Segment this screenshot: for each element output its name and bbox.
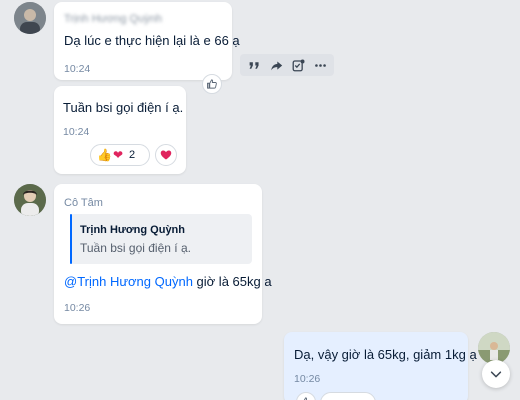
message-text: Dạ, vậy giờ là 65kg, giảm 1kg ạ (294, 347, 477, 362)
quote-button[interactable] (246, 57, 262, 73)
task-icon (292, 58, 305, 71)
quote-icon (249, 61, 259, 69)
message-time: 10:24 (64, 63, 91, 75)
scroll-to-bottom-button[interactable] (482, 360, 510, 388)
mention-link[interactable]: @Trịnh Hương Quỳnh (64, 274, 193, 289)
message-time: 10:26 (64, 302, 91, 314)
thumbs-up-outline-icon (207, 79, 217, 89)
message-text: Dạ lúc e thực hiện lại là e 66 ạ (64, 33, 240, 48)
message-text: @Trịnh Hương Quỳnh giờ là 65kg a (64, 274, 272, 289)
reaction-summary[interactable]: 👍 ❤ 2 (90, 144, 150, 166)
more-button[interactable] (312, 57, 328, 73)
message-text: Tuần bsi gọi điện í ạ. (63, 100, 184, 115)
sender-name: Cô Tâm (64, 197, 103, 209)
heart-reaction-icon: ❤ (112, 148, 124, 162)
avatar-trinh-huong-quynh[interactable] (14, 2, 46, 34)
thumbs-up-outline-icon (303, 397, 308, 400)
thumbs-up-reaction-icon: 👍 (97, 148, 112, 162)
heart-icon (160, 150, 172, 160)
message-time: 10:26 (294, 373, 321, 385)
sender-name: Trịnh Hương Quỳnh (64, 13, 162, 25)
quote-text: Tuần bsi gọi điện í ạ. (80, 241, 191, 255)
quote-bar (70, 214, 72, 264)
avatar-co-tam[interactable] (14, 184, 46, 216)
message-bubble[interactable]: Trịnh Hương Quỳnh Dạ lúc e thực hiện lại… (54, 2, 240, 80)
message-time: 10:24 (63, 126, 90, 138)
message-text-body: giờ là 65kg a (192, 274, 272, 289)
chevron-down-icon (490, 371, 502, 378)
reaction-summary[interactable] (320, 392, 376, 400)
quote-author: Trịnh Hương Quỳnh (80, 224, 185, 236)
more-icon (314, 63, 326, 67)
message-bubble[interactable]: Cô Tâm Trịnh Hương Quỳnh Tuần bsi gọi đi… (54, 184, 272, 324)
task-button[interactable] (290, 57, 306, 73)
react-button[interactable] (202, 74, 222, 94)
share-button[interactable] (268, 57, 284, 73)
share-icon (270, 60, 282, 70)
message-action-toolbar (240, 54, 334, 76)
heart-react-button[interactable] (155, 144, 177, 166)
reaction-count: 2 (129, 149, 136, 161)
quoted-message[interactable]: Trịnh Hương Quỳnh Tuần bsi gọi điện í ạ. (70, 214, 252, 264)
my-message-bubble[interactable]: Dạ, vậy giờ là 65kg, giảm 1kg ạ 10:26 (284, 332, 477, 400)
